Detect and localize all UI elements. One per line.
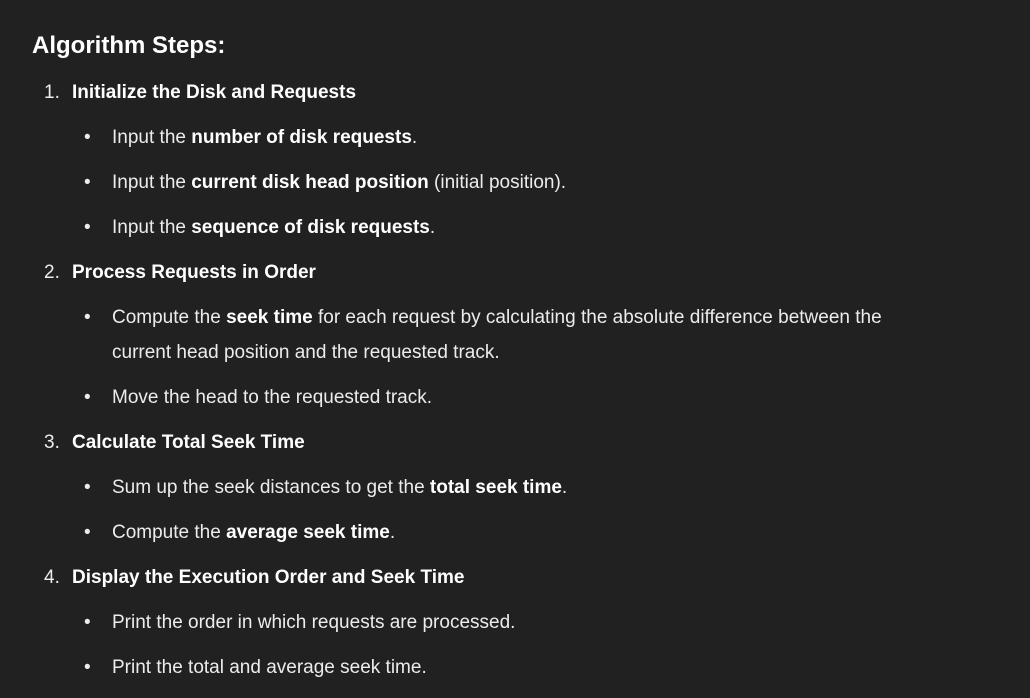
bullet-item: • Compute the average seek time. <box>32 510 932 555</box>
step-title: Calculate Total Seek Time <box>72 432 305 453</box>
bullet-item: • Input the sequence of disk requests. <box>32 205 932 250</box>
bullet-text: Compute the <box>112 522 227 543</box>
step-item: 2. Process Requests in Order • Compute th… <box>32 250 960 420</box>
step-number: 4. <box>44 567 60 588</box>
step-number: 2. <box>44 262 60 283</box>
bullet-text: Print the order in which requests are pr… <box>112 612 516 633</box>
bullet-dot-icon: • <box>84 477 91 498</box>
document-content: Algorithm Steps: 1. Initialize the Disk … <box>0 0 960 690</box>
bullet-text: Compute the <box>112 307 227 328</box>
bullet-list: • Print the order in which requests are p… <box>32 600 960 690</box>
bullet-text: Input the <box>112 217 192 238</box>
bullet-list: • Sum up the seek distances to get the to… <box>32 465 960 555</box>
bullet-bold-text: total seek time <box>429 477 562 498</box>
bullet-item: • Compute the seek time for each request … <box>32 295 932 375</box>
step-item: 3. Calculate Total Seek Time • Sum up the… <box>32 420 960 555</box>
step-item: 1. Initialize the Disk and Requests • Inp… <box>32 70 960 250</box>
bullet-dot-icon: • <box>84 127 91 148</box>
step-number: 1. <box>44 82 60 103</box>
bullet-dot-icon: • <box>84 307 91 328</box>
step-title: Initialize the Disk and Requests <box>72 82 357 103</box>
bullet-item: • Print the order in which requests are p… <box>32 600 932 645</box>
bullet-bold-text: sequence of disk requests <box>191 217 430 238</box>
bullet-item: • Move the head to the requested track. <box>32 375 932 420</box>
step-header: 2. Process Requests in Order <box>32 250 960 295</box>
bullet-bold-text: number of disk requests <box>191 127 412 148</box>
bullet-text: (initial position). <box>428 172 567 193</box>
bullet-text: . <box>411 127 418 148</box>
bullet-bold-text: current disk head position <box>191 172 429 193</box>
steps-list: 1. Initialize the Disk and Requests • Inp… <box>32 70 960 690</box>
step-title: Display the Execution Order and Seek Tim… <box>72 567 465 588</box>
bullet-item: • Input the current disk head position (i… <box>32 160 932 205</box>
bullet-dot-icon: • <box>84 657 91 678</box>
bullet-text: . <box>389 522 396 543</box>
step-item: 4. Display the Execution Order and Seek … <box>32 555 960 690</box>
bullet-bold-text: seek time <box>226 307 313 328</box>
bullet-item: • Input the number of disk requests. <box>32 115 932 160</box>
step-title: Process Requests in Order <box>72 262 316 283</box>
bullet-dot-icon: • <box>84 522 91 543</box>
bullet-dot-icon: • <box>84 387 91 408</box>
bullet-bold-text: average seek time <box>226 522 390 543</box>
bullet-text: Input the <box>112 127 192 148</box>
bullet-list: • Compute the seek time for each request … <box>32 295 960 420</box>
bullet-item: • Print the total and average seek time. <box>32 645 932 690</box>
bullet-item: • Sum up the seek distances to get the to… <box>32 465 932 510</box>
bullet-text: Sum up the seek distances to get the <box>112 477 430 498</box>
section-heading: Algorithm Steps: <box>32 32 226 59</box>
bullet-text: . <box>429 217 436 238</box>
bullet-dot-icon: • <box>84 612 91 633</box>
bullet-dot-icon: • <box>84 172 91 193</box>
bullet-list: • Input the number of disk requests. • Inp… <box>32 115 960 250</box>
step-header: 1. Initialize the Disk and Requests <box>32 70 960 115</box>
bullet-text: Input the <box>112 172 192 193</box>
bullet-dot-icon: • <box>84 217 91 238</box>
bullet-text: Print the total and average seek time. <box>112 657 427 678</box>
bullet-text: . <box>561 477 568 498</box>
step-number: 3. <box>44 432 60 453</box>
bullet-text: Move the head to the requested track. <box>112 387 433 408</box>
step-header: 4. Display the Execution Order and Seek … <box>32 555 960 600</box>
step-header: 3. Calculate Total Seek Time <box>32 420 960 465</box>
